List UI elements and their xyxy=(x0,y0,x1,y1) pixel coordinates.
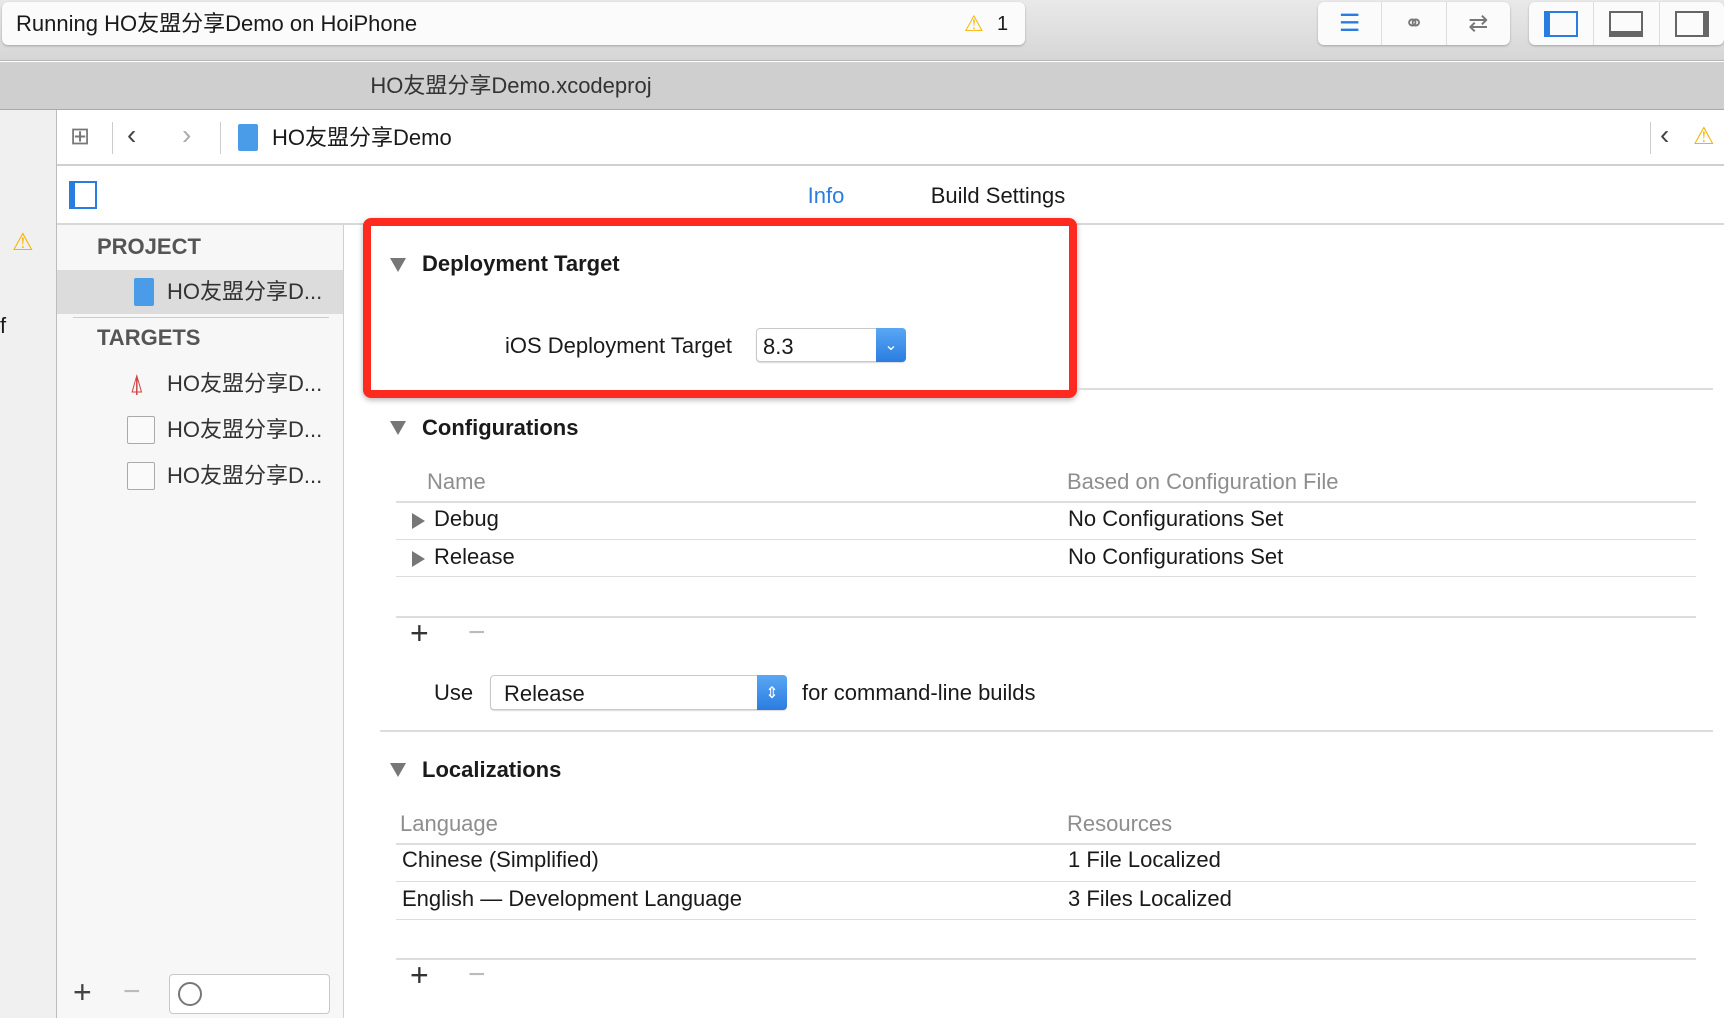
localization-row[interactable]: Chinese (Simplified) 1 File Localized xyxy=(396,845,1696,881)
language: Chinese (Simplified) xyxy=(402,847,599,872)
resources: 3 Files Localized xyxy=(1068,886,1232,911)
warning-icon[interactable]: ⚠ xyxy=(12,230,34,256)
editor-tabs: Info Build Settings xyxy=(57,167,1724,225)
assistant-editor-icon[interactable]: ⚭ xyxy=(1382,2,1447,45)
toolbar: Running HO友盟分享Demo on HoiPhone ⚠ 1 ☰ ⚭ ⇄ xyxy=(0,0,1724,61)
target-label: HO友盟分享D... xyxy=(167,417,323,442)
remove-localization-button[interactable]: − xyxy=(468,960,486,990)
command-line-config-select[interactable]: Release ⇕ xyxy=(490,675,787,710)
version-editor-icon[interactable]: ⇄ xyxy=(1447,2,1510,45)
truncated-text: f xyxy=(0,313,7,338)
activity-view: Running HO友盟分享Demo on HoiPhone ⚠ 1 xyxy=(2,2,1025,45)
column-header-config-file[interactable]: Based on Configuration File xyxy=(1067,469,1339,495)
back-icon[interactable]: ‹ xyxy=(127,121,136,149)
add-configuration-button[interactable]: + xyxy=(410,617,429,649)
target-item[interactable]: HO友盟分享D... xyxy=(57,408,343,452)
target-label: HO友盟分享D... xyxy=(167,371,323,396)
configurations-section-title: Configurations xyxy=(422,415,579,440)
up-down-chevron-icon: ⇕ xyxy=(757,675,787,710)
tab-project[interactable]: HO友盟分享Demo.xcodeproj xyxy=(370,73,651,99)
column-header-language[interactable]: Language xyxy=(400,811,498,837)
project-file-icon xyxy=(238,124,258,151)
status-text: Running HO友盟分享Demo on HoiPhone xyxy=(16,11,418,36)
project-item[interactable]: HO友盟分享D... xyxy=(57,270,343,314)
target-item[interactable]: HO友盟分享D... xyxy=(57,454,343,498)
navigator-strip: ⚠ f xyxy=(0,110,57,1018)
use-label: Use xyxy=(434,680,474,705)
view-toggle-group xyxy=(1529,2,1724,45)
filter-icon xyxy=(178,982,202,1006)
filter-field[interactable] xyxy=(169,974,330,1014)
standard-editor-icon[interactable]: ☰ xyxy=(1318,2,1383,45)
project-file-icon xyxy=(134,278,154,306)
config-row[interactable]: Release No Configurations Set xyxy=(396,541,1696,577)
config-file: No Configurations Set xyxy=(1068,506,1284,531)
test-bundle-icon xyxy=(127,462,155,490)
resources: 1 File Localized xyxy=(1068,847,1221,872)
localizations-section-title: Localizations xyxy=(422,757,562,782)
remove-configuration-button[interactable]: − xyxy=(468,618,486,648)
highlight-box xyxy=(363,218,1077,398)
tab-bar: HO友盟分享Demo.xcodeproj xyxy=(0,62,1724,110)
warning-icon[interactable]: ⚠ xyxy=(964,11,984,37)
jumpbar-project[interactable]: HO友盟分享Demo xyxy=(272,125,452,151)
config-name: Release xyxy=(434,544,515,569)
add-localization-button[interactable]: + xyxy=(410,959,429,991)
config-name: Debug xyxy=(434,506,499,531)
toggle-outline-icon[interactable] xyxy=(69,181,97,209)
disclosure-triangle-icon[interactable] xyxy=(390,421,406,435)
tab-build-settings[interactable]: Build Settings xyxy=(931,183,1066,209)
remove-target-button[interactable]: − xyxy=(123,977,141,1007)
warning-icon[interactable]: ⚠ xyxy=(1693,124,1715,150)
debug-area-toggle-icon[interactable] xyxy=(1594,2,1660,45)
target-label: HO友盟分享D... xyxy=(167,463,323,488)
add-target-button[interactable]: + xyxy=(73,976,92,1008)
project-header: PROJECT xyxy=(97,234,201,259)
column-header-name[interactable]: Name xyxy=(427,469,486,495)
disclosure-triangle-icon[interactable] xyxy=(412,551,425,567)
targets-header: TARGETS xyxy=(97,325,201,350)
disclosure-triangle-icon[interactable] xyxy=(390,763,406,777)
project-item-label: HO友盟分享D... xyxy=(167,279,323,304)
utilities-toggle-icon[interactable] xyxy=(1660,2,1724,45)
language: English — Development Language xyxy=(402,886,743,911)
config-file: No Configurations Set xyxy=(1068,544,1284,569)
related-items-icon[interactable]: ⊞ xyxy=(70,124,90,150)
command-line-suffix: for command-line builds xyxy=(802,680,1036,705)
previous-issue-icon[interactable]: ‹ xyxy=(1660,121,1669,149)
project-sidebar: PROJECT HO友盟分享D... TARGETS ⍋ HO友盟分享D... … xyxy=(57,225,344,1018)
warning-count: 1 xyxy=(997,13,1009,35)
target-item[interactable]: ⍋ HO友盟分享D... xyxy=(57,362,343,406)
test-bundle-icon xyxy=(127,416,155,444)
forward-icon[interactable]: › xyxy=(182,121,191,149)
app-target-icon: ⍋ xyxy=(129,368,145,398)
command-line-config-value: Release xyxy=(504,681,585,706)
navigator-toggle-icon[interactable] xyxy=(1529,2,1595,45)
tab-info[interactable]: Info xyxy=(808,183,845,209)
jump-bar: ⊞ ‹ › HO友盟分享Demo ‹ ⚠ xyxy=(57,110,1724,166)
disclosure-triangle-icon[interactable] xyxy=(412,513,425,529)
localization-row[interactable]: English — Development Language 3 Files L… xyxy=(396,883,1696,919)
editor-mode-group: ☰ ⚭ ⇄ xyxy=(1318,2,1510,45)
column-header-resources[interactable]: Resources xyxy=(1067,811,1172,837)
config-row[interactable]: Debug No Configurations Set xyxy=(396,503,1696,539)
